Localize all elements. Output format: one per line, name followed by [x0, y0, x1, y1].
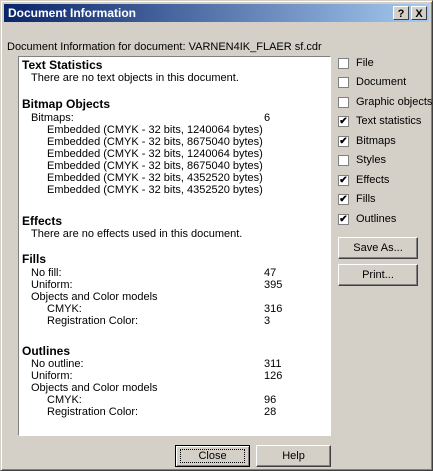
close-button[interactable]: Close [175, 445, 250, 467]
text-statistics-line: There are no text objects in this docume… [31, 72, 239, 84]
checkbox-document[interactable]: Document [338, 76, 433, 91]
section-heading-text-statistics: Text Statistics [22, 58, 103, 72]
checkbox-box[interactable] [338, 58, 349, 69]
checkbox-box[interactable]: ✔ [338, 214, 349, 225]
fills-no-fill-value: 47 [264, 267, 277, 279]
title-close-button[interactable]: X [411, 6, 427, 20]
section-heading-bitmap-objects: Bitmap Objects [22, 97, 111, 111]
checkbox-effects[interactable]: ✔ Effects [338, 174, 433, 189]
checkbox-graphic-objects[interactable]: Graphic objects [338, 96, 433, 111]
bitmap-item: Embedded (CMYK - 32 bits, 4352520 bytes) [47, 184, 263, 196]
checkbox-outlines[interactable]: ✔ Outlines [338, 213, 433, 228]
outlines-registration-value: 28 [264, 406, 277, 418]
bitmap-item: Embedded (CMYK - 32 bits, 8675040 bytes) [47, 160, 263, 172]
bitmap-item: Embedded (CMYK - 32 bits, 8675040 bytes) [47, 136, 263, 148]
checkbox-label: Graphic objects [356, 96, 433, 108]
title-help-button[interactable]: ? [393, 6, 409, 20]
fills-cmyk-label: CMYK: [47, 303, 82, 315]
document-information-dialog: Document Information ? X Document Inform… [0, 0, 433, 471]
bitmap-item: Embedded (CMYK - 32 bits, 1240064 bytes) [47, 124, 263, 136]
checkbox-text-statistics[interactable]: ✔ Text statistics [338, 115, 433, 130]
focus-rectangle [180, 449, 245, 463]
checkbox-bitmaps[interactable]: ✔ Bitmaps [338, 135, 433, 150]
outlines-uniform-label: Uniform: [31, 370, 73, 382]
fills-registration-value: 3 [264, 315, 271, 327]
checkbox-file[interactable]: File [338, 57, 433, 72]
outlines-registration-label: Registration Color: [47, 406, 139, 418]
bitmap-item: Embedded (CMYK - 32 bits, 1240064 bytes) [47, 148, 263, 160]
fills-registration-label: Registration Color: [47, 315, 139, 327]
checkbox-box[interactable]: ✔ [338, 175, 349, 186]
section-heading-fills: Fills [22, 252, 47, 266]
save-as-button[interactable]: Save As... [338, 237, 418, 259]
outlines-uniform-value: 126 [264, 370, 283, 382]
fills-no-fill-label: No fill: [31, 267, 62, 279]
checkbox-fills[interactable]: ✔ Fills [338, 193, 433, 208]
checkbox-label: Bitmaps [356, 135, 396, 147]
checkbox-label: Text statistics [356, 115, 422, 127]
outlines-models-label: Objects and Color models [31, 382, 158, 394]
checkbox-label: Effects [356, 174, 390, 186]
checkbox-box[interactable] [338, 77, 349, 88]
checkbox-label: Styles [356, 154, 386, 166]
checkbox-box[interactable]: ✔ [338, 136, 349, 147]
checkbox-label: Fills [356, 193, 376, 205]
outlines-no-outline-label: No outline: [31, 358, 84, 370]
checkbox-box[interactable]: ✔ [338, 116, 349, 127]
fills-uniform-label: Uniform: [31, 279, 73, 291]
help-button[interactable]: Help [256, 445, 331, 467]
report-panel[interactable]: Text Statistics There are no text object… [18, 56, 331, 436]
document-subtitle: Document Information for document: VARNE… [7, 41, 322, 53]
outlines-cmyk-value: 96 [264, 394, 277, 406]
outlines-cmyk-label: CMYK: [47, 394, 82, 406]
bitmap-item: Embedded (CMYK - 32 bits, 4352520 bytes) [47, 172, 263, 184]
dialog-title: Document Information [8, 6, 136, 20]
checkbox-label: File [356, 57, 374, 69]
checkbox-label: Document [356, 76, 407, 88]
outlines-no-outline-value: 311 [264, 358, 282, 370]
title-bar[interactable]: Document Information ? X [4, 4, 429, 22]
section-heading-outlines: Outlines [22, 344, 71, 358]
fills-models-label: Objects and Color models [31, 291, 158, 303]
bitmaps-label: Bitmaps: [31, 112, 74, 124]
checkbox-box[interactable]: ✔ [338, 194, 349, 205]
checkbox-styles[interactable]: Styles [338, 154, 433, 169]
checkbox-box[interactable] [338, 155, 349, 166]
fills-cmyk-value: 316 [264, 303, 283, 315]
print-button[interactable]: Print... [338, 264, 418, 286]
checkbox-label: Outlines [356, 213, 397, 225]
checkbox-box[interactable] [338, 97, 349, 108]
section-heading-effects: Effects [22, 214, 63, 228]
bitmaps-count: 6 [264, 112, 271, 124]
effects-line: There are no effects used in this docume… [31, 228, 243, 240]
fills-uniform-value: 395 [264, 279, 283, 291]
